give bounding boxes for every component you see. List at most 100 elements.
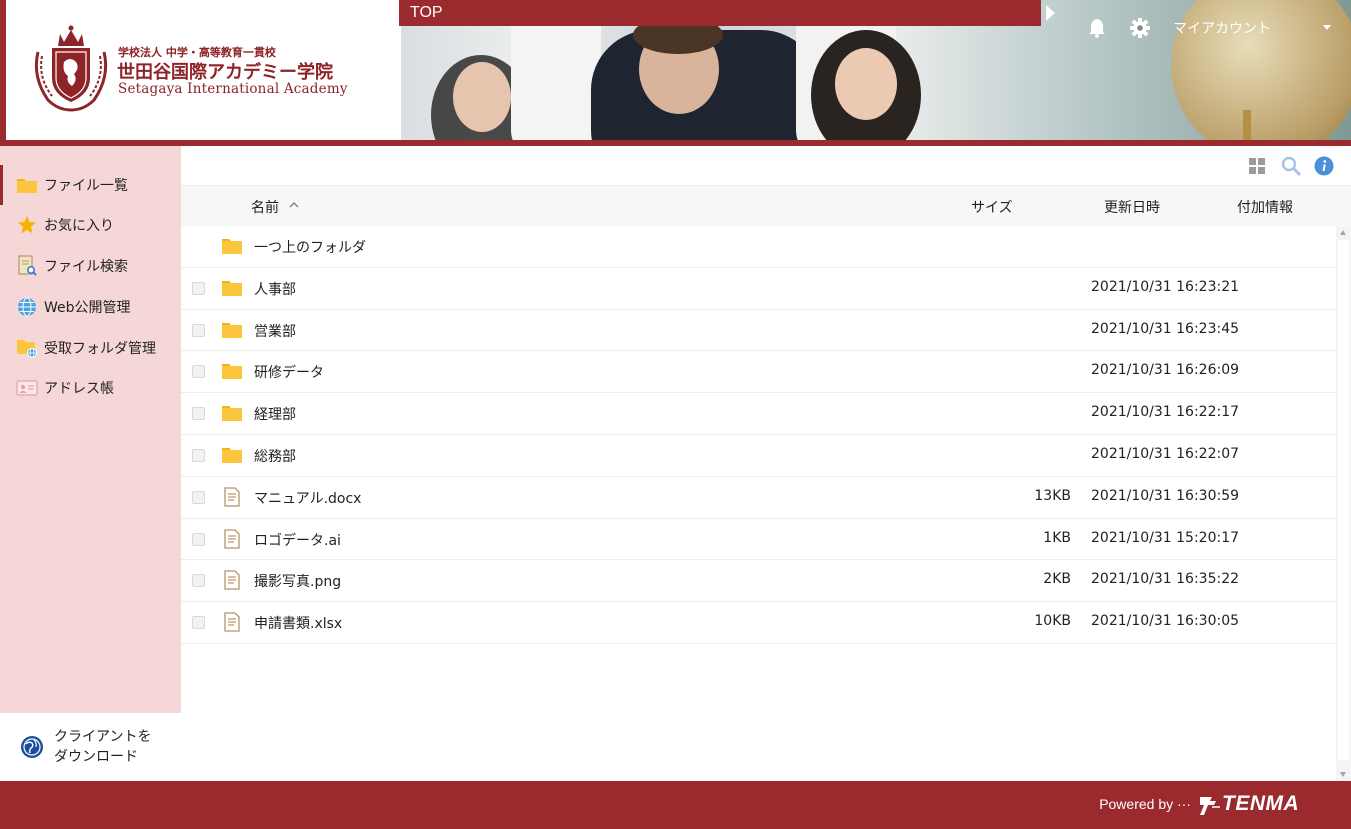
row-checkbox[interactable] [192,365,205,379]
sidebar-item-label: お気に入り [44,218,114,234]
file-name: 撮影写真.png [254,574,342,591]
sidebar-item-web-publish[interactable]: Web公開管理 [0,287,181,327]
folder-icon [222,406,242,422]
gear-icon[interactable] [1129,17,1151,39]
sidebar: ファイル一覧 お気に入り ファイル検索 Web公開管理 受取フォルダ管理 アドレ… [0,146,181,781]
table-row[interactable]: 経理部 2021/10/31 16:22:17 [181,393,1336,435]
search-icon[interactable] [1281,156,1301,176]
file-document-icon [224,570,240,591]
folder-icon [222,447,242,463]
file-name: 研修データ [254,365,324,382]
school-crest-icon [34,25,108,112]
file-size: 10KB [1034,613,1071,630]
file-name: ロゴデータ.ai [254,532,341,549]
vertical-scrollbar[interactable] [1336,226,1351,781]
tenma-brand-label: TENMA [1222,792,1300,815]
sidebar-item-label: アドレス帳 [44,381,114,397]
sidebar-item-file-search[interactable]: ファイル検索 [0,246,181,286]
sidebar-item-file-list[interactable]: ファイル一覧 [0,165,181,205]
footer: Powered by ··· TENMA [0,781,1351,829]
row-checkbox[interactable] [192,532,205,546]
file-size: 1KB [1043,529,1071,546]
folder-icon [222,322,242,338]
sidebar-item-label: ファイル検索 [44,259,128,275]
row-checkbox[interactable] [192,448,205,462]
file-size: 2KB [1043,571,1071,588]
star-icon [16,214,38,236]
sidebar-item-label: 受取フォルダ管理 [44,341,156,357]
sort-ascending-icon[interactable] [289,200,299,210]
sidebar-item-address-book[interactable]: アドレス帳 [0,368,181,408]
folder-icon [16,174,38,196]
grid-view-icon[interactable] [1247,156,1267,176]
file-list: 一つ上のフォルダ 人事部 2021/10/31 16:23:21 営業部 2021/1… [181,226,1336,644]
parent-folder-row[interactable]: 一つ上のフォルダ [181,226,1336,268]
sidebar-item-receive-folder[interactable]: 受取フォルダ管理 [0,328,181,368]
file-modified-date: 2021/10/31 16:30:05 [1091,613,1240,630]
tab-top[interactable]: TOP [399,0,1041,26]
folder-icon [222,280,242,296]
file-modified-date: 2021/10/31 16:35:22 [1091,571,1240,588]
file-size: 13KB [1034,487,1071,504]
column-size-header[interactable]: サイズ [971,197,1013,217]
row-checkbox[interactable] [192,407,205,421]
file-modified-date: 2021/10/31 16:23:45 [1091,320,1240,337]
row-checkbox[interactable] [192,574,205,588]
file-document-icon [224,487,240,507]
sidebar-item-label: ファイル一覧 [44,178,128,194]
file-modified-date: 2021/10/31 16:22:07 [1091,445,1240,462]
tenma-logo-icon [1200,797,1220,815]
file-toolbar [181,146,1351,186]
folder-globe-icon [16,337,38,359]
file-document-icon [224,528,240,549]
column-modified-header[interactable]: 更新日時 [1104,197,1160,217]
address-book-icon [16,377,38,399]
file-modified-date: 2021/10/31 16:23:21 [1091,278,1240,295]
bell-icon[interactable] [1086,17,1108,39]
file-document-icon [224,612,240,632]
scroll-up-arrow-icon[interactable] [1340,230,1346,235]
file-name: 総務部 [254,448,296,465]
file-modified-date: 2021/10/31 15:20:17 [1091,529,1240,546]
parent-folder-label: 一つ上のフォルダ [254,240,366,256]
top-expand-arrow-icon[interactable] [1046,5,1055,21]
table-row[interactable]: マニュアル.docx 13KB 2021/10/31 16:30:59 [181,477,1336,519]
column-extra-header[interactable]: 付加情報 [1237,197,1293,217]
download-client-button[interactable]: クライアントを ダウンロード [0,713,181,781]
file-modified-date: 2021/10/31 16:22:17 [1091,404,1240,421]
file-modified-date: 2021/10/31 16:26:09 [1091,362,1240,379]
header: 学校法人 中学・高等教育一貫校 世田谷国際アカデミー学院 Setagaya In… [0,0,1351,146]
row-checkbox[interactable] [192,616,205,630]
download-client-label: クライアントを ダウンロード [54,729,152,765]
table-row[interactable]: 人事部 2021/10/31 16:23:21 [181,268,1336,310]
scroll-down-arrow-icon[interactable] [1340,772,1346,777]
file-name: マニュアル.docx [254,490,362,507]
table-row[interactable]: 申請書類.xlsx 10KB 2021/10/31 16:30:05 [181,602,1336,644]
file-modified-date: 2021/10/31 16:30:59 [1091,487,1240,504]
download-globe-icon [21,736,43,758]
folder-icon [222,239,242,254]
scrollbar-thumb[interactable] [1338,240,1349,760]
my-account-menu[interactable]: マイアカウント [1173,18,1271,38]
row-checkbox[interactable] [192,323,205,337]
table-row[interactable]: 撮影写真.png 2KB 2021/10/31 16:35:22 [181,560,1336,603]
file-name: 申請書類.xlsx [254,616,343,633]
table-row[interactable]: 営業部 2021/10/31 16:23:45 [181,310,1336,352]
column-name-header[interactable]: 名前 [251,197,279,217]
sidebar-item-label: Web公開管理 [44,300,131,316]
school-name-english: Setagaya International Academy [118,81,348,97]
school-logo[interactable]: 学校法人 中学・高等教育一貫校 世田谷国際アカデミー学院 Setagaya In… [6,0,401,140]
row-checkbox[interactable] [192,490,205,504]
table-row[interactable]: 研修データ 2021/10/31 16:26:09 [181,351,1336,394]
table-row[interactable]: ロゴデータ.ai 1KB 2021/10/31 15:20:17 [181,519,1336,561]
globe-icon [16,296,38,318]
info-icon[interactable] [1314,156,1334,176]
table-row[interactable]: 総務部 2021/10/31 16:22:07 [181,435,1336,477]
chevron-down-icon[interactable] [1323,25,1331,30]
file-name: 営業部 [254,323,296,340]
file-name: 人事部 [254,281,296,298]
file-search-icon [16,255,38,277]
file-list-panel: 名前 サイズ 更新日時 付加情報 一つ上のフォルダ 人事部 2021/10/31 … [181,146,1351,781]
sidebar-item-favorites[interactable]: お気に入り [0,205,181,245]
row-checkbox[interactable] [192,281,205,295]
